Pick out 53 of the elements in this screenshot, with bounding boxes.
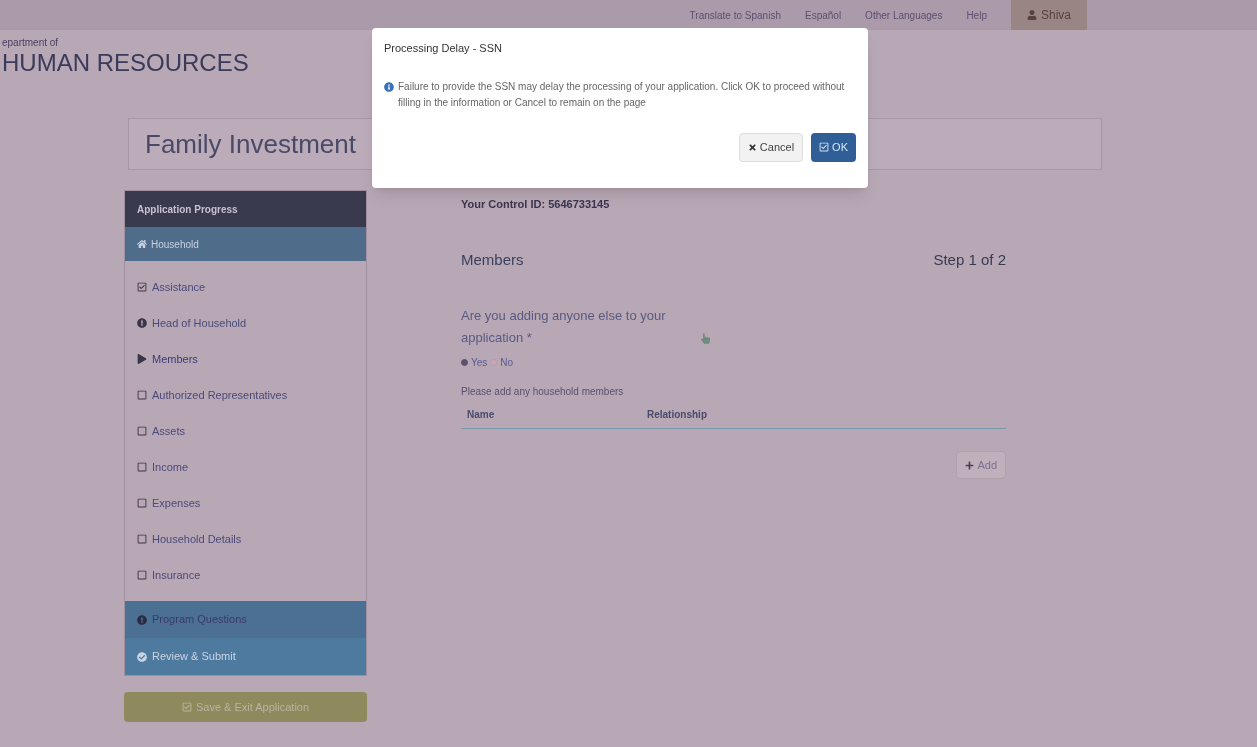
hint-text: Please add any household members bbox=[461, 385, 625, 399]
nav-link[interactable]: Other Languages bbox=[865, 7, 943, 23]
section-heading: Members bbox=[461, 249, 524, 270]
dialog-title: Processing Delay - SSN bbox=[384, 41, 503, 56]
column-header: Name bbox=[467, 408, 496, 422]
empty-box-icon bbox=[137, 390, 147, 400]
add-button[interactable]: Add bbox=[956, 451, 1006, 479]
radio-label: Yes bbox=[471, 356, 488, 370]
sidebar-item[interactable]: Insurance bbox=[125, 557, 366, 593]
sidebar-item[interactable]: Authorized Representatives bbox=[125, 377, 366, 413]
empty-box-icon bbox=[137, 570, 147, 580]
sidebar-item[interactable]: Expenses bbox=[125, 485, 366, 521]
home-icon bbox=[137, 239, 147, 249]
page-title: Family Investment bbox=[145, 127, 356, 161]
question-text: Are you adding anyone else to your application * bbox=[461, 307, 667, 347]
empty-box-icon bbox=[137, 534, 147, 544]
empty-box-icon bbox=[137, 426, 147, 436]
checked-box-icon bbox=[137, 282, 147, 292]
radio-button[interactable] bbox=[461, 359, 468, 366]
sidebar-item[interactable]: Income bbox=[125, 449, 366, 485]
sidebar-item[interactable]: Assets bbox=[125, 413, 366, 449]
site-title: HUMAN RESOURCES bbox=[2, 48, 249, 78]
user-button[interactable]: Shiva bbox=[1010, 0, 1087, 30]
plus-icon bbox=[965, 460, 975, 470]
sidebar-item[interactable]: Head of Household bbox=[125, 305, 366, 341]
control-id: Your Control ID: 5646733145 bbox=[461, 197, 611, 212]
column-header: Relationship bbox=[647, 408, 707, 422]
radio-label: No bbox=[500, 356, 514, 370]
checked-box-icon bbox=[181, 702, 192, 712]
play-icon bbox=[137, 354, 147, 364]
dialog-message: Failure to provide the SSN may delay the processing of your application. Click OK to proceed without filling in the information or Cancel to remain on the page bbox=[398, 79, 846, 110]
sidebar-heading: Application Progress bbox=[125, 191, 366, 227]
hand-pointer-icon bbox=[701, 333, 710, 344]
exclamation-icon bbox=[137, 614, 147, 625]
sidebar-item[interactable]: Household Details bbox=[125, 521, 366, 557]
exclamation-icon bbox=[137, 318, 147, 328]
step-indicator: Step 1 of 2 bbox=[933, 249, 1006, 270]
nav-link[interactable]: Español bbox=[804, 7, 842, 23]
department-label: epartment of bbox=[2, 38, 59, 48]
cancel-button[interactable]: Cancel bbox=[738, 132, 804, 162]
close-icon bbox=[747, 142, 757, 152]
user-icon bbox=[1026, 10, 1037, 20]
sidebar-item[interactable]: Members bbox=[125, 341, 366, 377]
empty-box-icon bbox=[137, 498, 147, 508]
nav-link[interactable]: Help bbox=[966, 7, 987, 23]
ok-button[interactable]: OK bbox=[811, 132, 856, 162]
checked-box-icon bbox=[819, 142, 830, 152]
sidebar-item[interactable]: Assistance bbox=[125, 269, 366, 305]
sidebar-section[interactable]: Household bbox=[125, 227, 366, 261]
sidebar-section[interactable]: Review & Submit bbox=[125, 638, 366, 675]
nav-link[interactable]: Translate to Spanish bbox=[689, 7, 781, 23]
empty-box-icon bbox=[137, 462, 147, 472]
info-icon bbox=[384, 81, 394, 92]
